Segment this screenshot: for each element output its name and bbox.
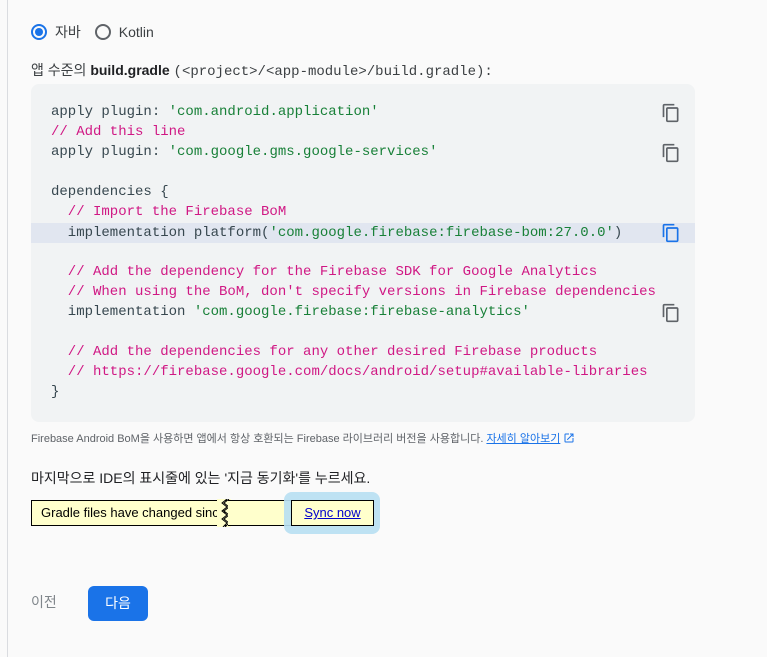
file-path: (<project>/<app-module>/build.gradle): — [173, 64, 493, 80]
code-block: apply plugin: 'com.android.application' … — [31, 84, 695, 422]
bom-note-text: Firebase Android BoM을 사용하면 앱에서 항상 호환되는 F… — [31, 433, 487, 445]
previous-button[interactable]: 이전 — [31, 592, 57, 612]
copy-icon[interactable] — [661, 223, 681, 243]
code-line-14: // https://firebase.google.com/docs/andr… — [51, 364, 648, 380]
code-line-11: implementation 'com.google.firebase:fire… — [51, 304, 530, 320]
sync-now-button[interactable]: Sync now — [291, 500, 374, 526]
code-line-2: // Add this line — [51, 124, 186, 140]
code-line-6: // Import the Firebase BoM — [51, 204, 287, 220]
left-divider — [7, 0, 8, 657]
copy-icon[interactable] — [661, 143, 681, 163]
sync-now-label: Sync now — [304, 505, 361, 520]
sync-instruction: 마지막으로 IDE의 표시줄에 있는 '지금 동기화'를 누르세요. — [31, 470, 371, 486]
learn-more-link[interactable]: 자세히 알아보기 — [486, 433, 560, 445]
radio-java-label: 자바 — [55, 24, 81, 40]
code-line-13: // Add the dependencies for any other de… — [51, 344, 598, 360]
code-line-15: } — [51, 384, 60, 400]
code-line-3: apply plugin: 'com.google.gms.google-ser… — [51, 144, 438, 160]
file-path-prefix: 앱 수준의 — [31, 62, 91, 78]
language-radio-group: 자바 Kotlin — [31, 20, 168, 44]
copy-icon[interactable] — [661, 103, 681, 123]
radio-kotlin[interactable]: Kotlin — [94, 24, 154, 40]
ide-bar-message: Gradle files have changed since — [31, 500, 237, 526]
copy-icon[interactable] — [661, 303, 681, 323]
code-line-10: // When using the BoM, don't specify ver… — [51, 284, 656, 300]
bom-note: Firebase Android BoM을 사용하면 앱에서 항상 호환되는 F… — [31, 430, 575, 447]
radio-kotlin-circle[interactable] — [94, 24, 111, 40]
radio-java-circle[interactable] — [31, 24, 47, 40]
radio-java[interactable]: 자바 — [31, 22, 81, 42]
file-path-line: 앱 수준의 build.gradle (<project>/<app-modul… — [31, 60, 493, 80]
code-line-9: // Add the dependency for the Firebase S… — [51, 264, 598, 280]
code-line-7: implementation platform('com.google.fire… — [51, 225, 623, 241]
file-name: build.gradle — [90, 62, 170, 78]
code-line-5: dependencies { — [51, 184, 169, 200]
code-line-1: apply plugin: 'com.android.application' — [51, 104, 379, 120]
radio-kotlin-label: Kotlin — [118, 24, 154, 40]
next-button[interactable]: 다음 — [88, 586, 148, 621]
external-link-icon[interactable] — [563, 432, 575, 447]
